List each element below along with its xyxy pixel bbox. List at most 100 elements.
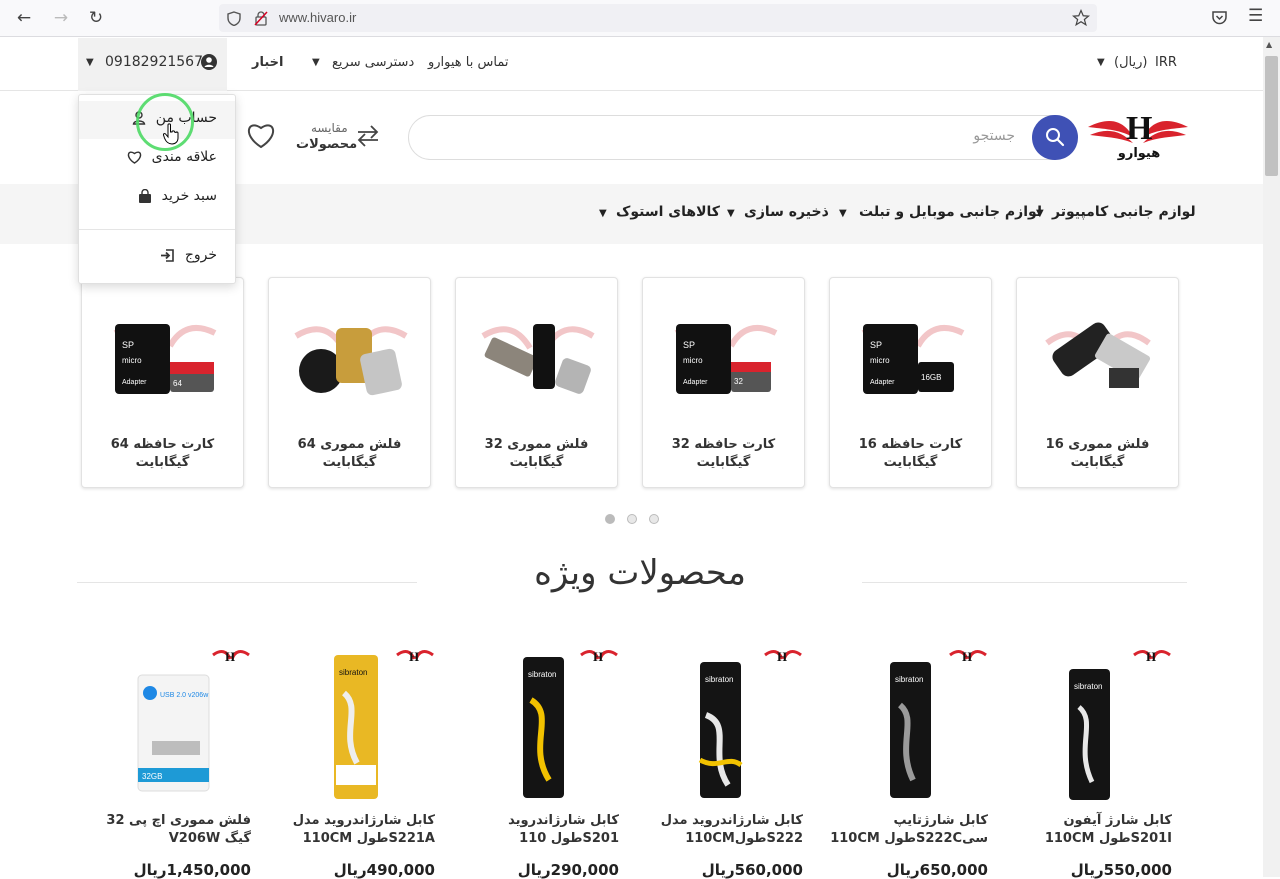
account-menu-toggle[interactable]: ▼ 09182921567: [78, 38, 227, 91]
carousel-card[interactable]: SP micro Adapter 64 کارت حافظه 64 گیگابا…: [81, 277, 244, 488]
wishlist-heart-icon[interactable]: [246, 121, 276, 149]
product-card[interactable]: H sibraton کابل شارژاندروید مدل S221Aطول…: [275, 645, 435, 879]
carousel-card[interactable]: SP micro Adapter 16GB کارت حافظه 16 گیگا…: [829, 277, 992, 488]
card-title[interactable]: فلش مموری 16 گیگابایت: [1022, 436, 1173, 472]
product-name[interactable]: فلش مموری اچ پی 32 گیگ V206W: [91, 812, 251, 848]
product-card[interactable]: H sibraton کابل شارژاندروید S201طول 110 …: [459, 645, 619, 879]
product-image: sibraton: [523, 657, 564, 798]
carousel-card[interactable]: فلش مموری 32 گیگابایت: [455, 277, 618, 488]
carousel-dot-active[interactable]: [605, 514, 615, 524]
svg-text:SP: SP: [683, 340, 695, 350]
category-computer-accessories[interactable]: لوازم جانبی کامپیوتر: [1052, 204, 1196, 220]
insecure-lock-icon[interactable]: [254, 10, 268, 26]
scrollbar-thumb[interactable]: [1265, 56, 1278, 176]
menu-item-cart[interactable]: سبد خرید: [138, 188, 217, 204]
card-title[interactable]: فلش مموری 32 گیگابایت: [461, 436, 612, 472]
product-card[interactable]: H sibraton کابل شارژ آیفون S201Iطول 110C…: [1012, 645, 1172, 879]
pocket-icon[interactable]: [1211, 10, 1228, 26]
micro-sd-card-image: SP micro Adapter 64: [113, 324, 217, 394]
product-image: sibraton: [334, 655, 378, 799]
shield-icon[interactable]: [227, 11, 241, 26]
logout-icon: [160, 248, 174, 262]
product-image: sibraton: [1069, 669, 1110, 800]
product-image: sibraton: [698, 662, 743, 798]
svg-text:sibraton: sibraton: [528, 670, 556, 679]
svg-text:sibraton: sibraton: [705, 675, 733, 684]
brand-badge-icon: H: [1133, 649, 1171, 664]
product-card[interactable]: H USB 2.0 v206w 32GB فلش مموری اچ پی 32 گ…: [91, 645, 251, 879]
product-image: USB 2.0 v206w 32GB: [137, 674, 210, 792]
svg-text:H: H: [962, 649, 972, 664]
brand-badge-icon: H: [580, 649, 618, 664]
user-circle-icon: [201, 54, 217, 70]
product-card[interactable]: H sibraton کابل شارژتایپ سیS222Cطول 110C…: [828, 645, 988, 879]
card-title[interactable]: کارت حافظه 32 گیگابایت: [648, 436, 799, 472]
compare-arrows-icon: [357, 125, 379, 147]
search-box[interactable]: جستجو: [408, 115, 1078, 160]
product-price: 1,450,000ریال: [133, 861, 251, 879]
svg-text:Adapter: Adapter: [870, 379, 895, 386]
back-arrow-icon[interactable]: ←: [14, 8, 34, 28]
chevron-down-icon: ▼: [727, 208, 735, 219]
card-title[interactable]: کارت حافظه 16 گیگابایت: [835, 436, 986, 472]
carousel-card[interactable]: SP micro Adapter 32 کارت حافظه 32 گیگابا…: [642, 277, 805, 488]
product-card[interactable]: H sibraton کابل شارژاندروید مدل S222طول1…: [643, 645, 803, 879]
search-icon: [1046, 128, 1065, 147]
category-mobile-accessories[interactable]: لوازم جانبی موبایل و تبلت: [859, 204, 1042, 220]
carousel-dot[interactable]: [627, 514, 637, 524]
card-title[interactable]: کارت حافظه 64 گیگابایت: [87, 436, 238, 472]
product-name[interactable]: کابل شارژاندروید مدل S222طول110CM: [643, 812, 803, 848]
scroll-up-arrow-icon[interactable]: ▲: [1266, 40, 1272, 49]
contact-link[interactable]: تماس با هیوارو: [428, 55, 508, 70]
product-name[interactable]: کابل شارژاندروید مدل S221Aطول 110CM: [275, 812, 435, 848]
top-header-bar: IRR (ریال) ▼ تماس با هیوارو دسترسی سریع …: [0, 38, 1263, 91]
svg-text:micro: micro: [122, 356, 142, 365]
hivaro-logo-icon: H هیوارو: [1088, 110, 1188, 161]
news-link[interactable]: اخبار: [252, 55, 284, 70]
svg-text:sibraton: sibraton: [339, 668, 367, 677]
carousel-card[interactable]: فلش مموری 16 گیگابایت: [1016, 277, 1179, 488]
chevron-down-icon[interactable]: ▼: [1097, 57, 1105, 68]
chevron-down-icon[interactable]: ▼: [312, 57, 320, 68]
reload-icon[interactable]: ↻: [86, 8, 106, 28]
compare-label: مقایسه: [311, 121, 348, 135]
search-placeholder[interactable]: جستجو: [973, 128, 1015, 144]
divider: [77, 582, 417, 583]
product-name[interactable]: کابل شارژاندروید S201طول 110: [459, 812, 619, 848]
chevron-down-icon: ▼: [599, 208, 607, 219]
site-logo[interactable]: H هیوارو: [1088, 107, 1190, 165]
svg-text:Adapter: Adapter: [683, 379, 708, 386]
compare-products-button[interactable]: مقایسه محصولات: [296, 120, 386, 156]
search-button[interactable]: [1032, 115, 1078, 160]
svg-text:H: H: [1126, 110, 1152, 147]
category-storage[interactable]: ذخیره سازی: [744, 204, 829, 220]
product-name[interactable]: کابل شارژ آیفون S201Iطول 110CM: [1012, 812, 1172, 848]
svg-text:H: H: [1146, 649, 1156, 664]
product-price: 290,000ریال: [517, 861, 619, 879]
product-name[interactable]: کابل شارژتایپ سیS222Cطول 110CM: [828, 812, 988, 848]
currency-code[interactable]: IRR: [1155, 55, 1177, 70]
carousel-dot[interactable]: [649, 514, 659, 524]
url-text: www.hivaro.ir: [279, 10, 357, 25]
menu-item-label: خروج: [184, 247, 217, 263]
currency-label[interactable]: (ریال): [1114, 55, 1147, 70]
svg-text:USB 2.0 v206w: USB 2.0 v206w: [160, 692, 209, 699]
usb-flash-image: [294, 326, 408, 396]
menu-item-logout[interactable]: خروج: [160, 247, 217, 263]
svg-text:micro: micro: [870, 356, 890, 365]
heart-icon: [127, 151, 141, 164]
card-title[interactable]: فلش مموری 64 گیگابایت: [274, 436, 425, 472]
menu-item-wishlist[interactable]: علاقه مندی: [127, 149, 217, 165]
brand-badge-icon: H: [949, 649, 987, 664]
address-bar[interactable]: www.hivaro.ir: [219, 4, 1097, 32]
svg-text:micro: micro: [683, 356, 703, 365]
product-price: 650,000ریال: [886, 861, 988, 879]
menu-hamburger-icon[interactable]: ☰: [1248, 6, 1263, 26]
category-stock-items[interactable]: کالاهای استوک: [616, 204, 720, 220]
divider: [862, 582, 1187, 583]
quick-access-menu[interactable]: دسترسی سریع: [332, 55, 414, 70]
product-price: 490,000ریال: [333, 861, 435, 879]
forward-arrow-icon[interactable]: →: [51, 8, 71, 28]
carousel-card[interactable]: فلش مموری 64 گیگابایت: [268, 277, 431, 488]
bookmark-star-icon[interactable]: [1072, 9, 1090, 27]
